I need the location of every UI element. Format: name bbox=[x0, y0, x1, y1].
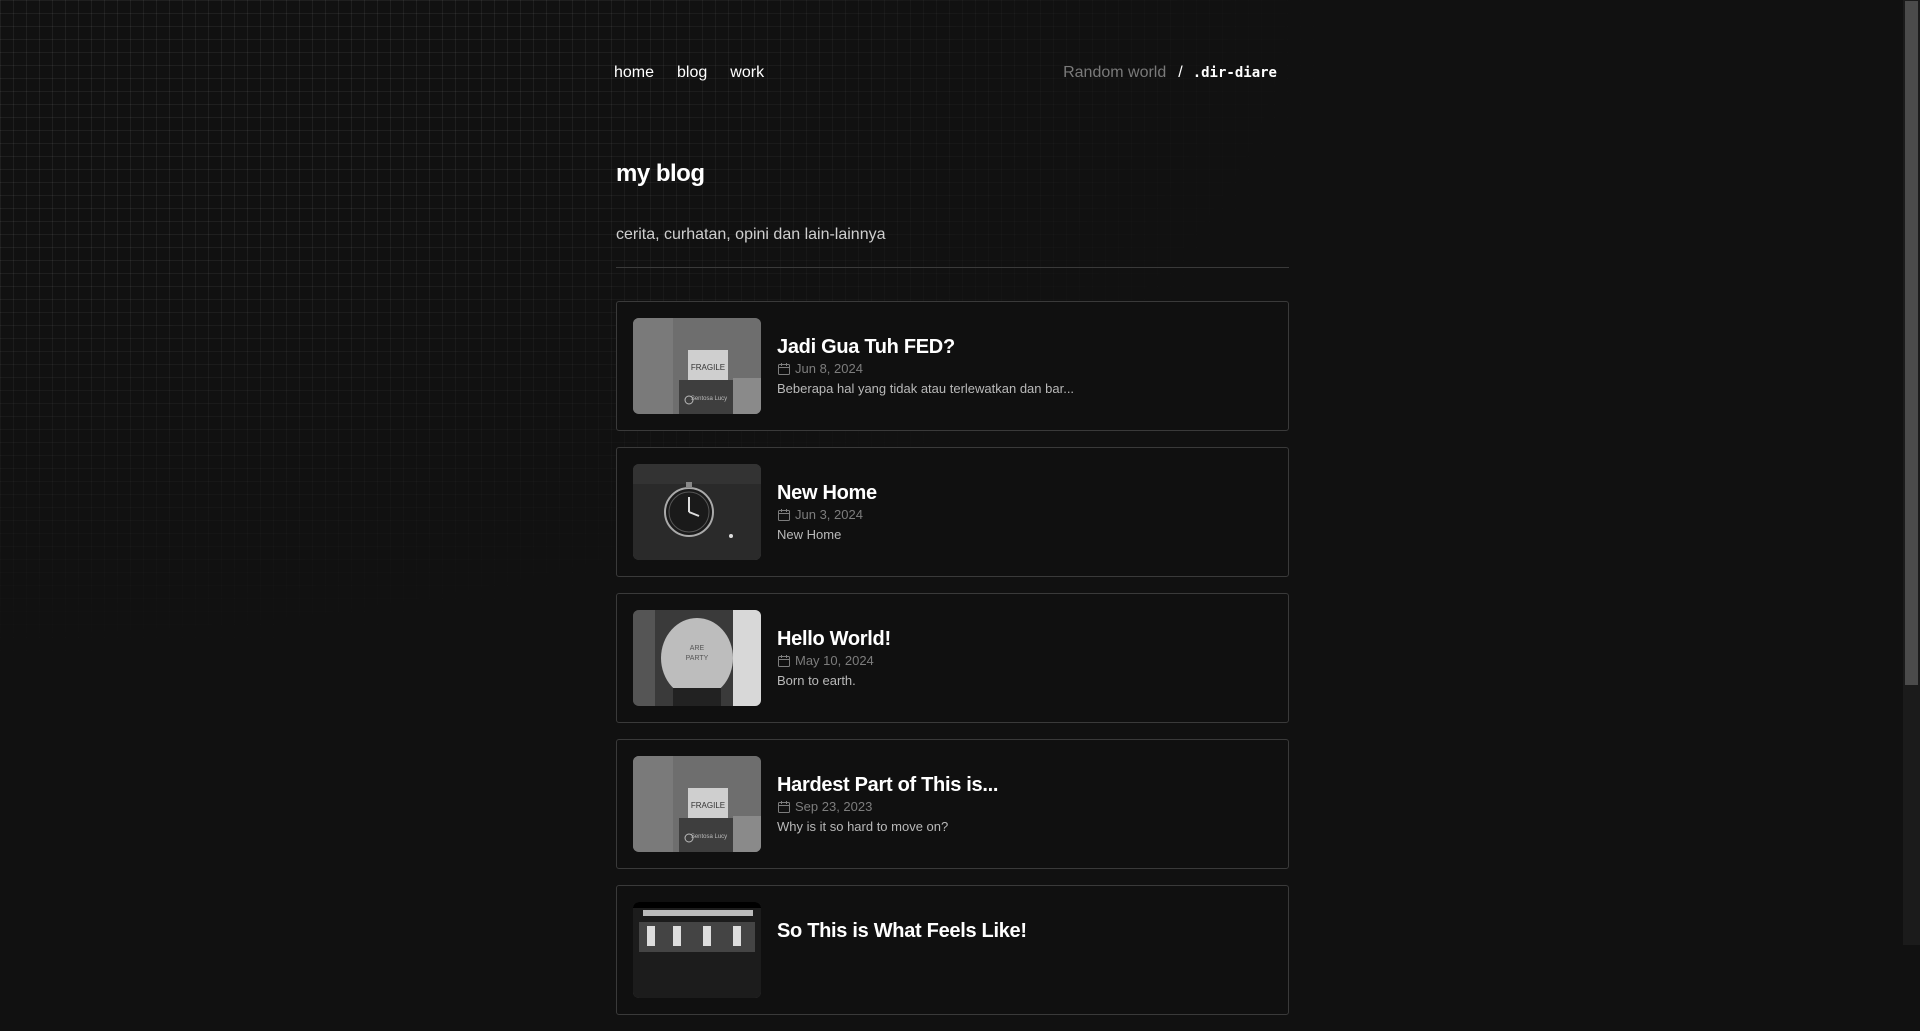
scrollbar[interactable] bbox=[1903, 0, 1920, 945]
svg-text:ARE: ARE bbox=[690, 645, 705, 652]
post-date: May 10, 2024 bbox=[777, 653, 1267, 669]
brand-random-text: Random world bbox=[1063, 64, 1167, 81]
scrollbar-thumb[interactable] bbox=[1905, 1, 1918, 685]
page-subtitle: cerita, curhatan, opini dan lain-lainnya bbox=[616, 226, 886, 243]
post-thumbnail bbox=[633, 464, 761, 560]
post-card[interactable]: FRAGILE Sentosa Lucy Hardest Part of Thi… bbox=[616, 739, 1289, 869]
post-list: FRAGILE Sentosa Lucy Jadi Gua Tuh FED? J… bbox=[616, 301, 1289, 1031]
calendar-icon bbox=[778, 363, 790, 375]
post-card[interactable]: FRAGILE Sentosa Lucy Jadi Gua Tuh FED? J… bbox=[616, 301, 1289, 431]
nav-links: home blog work bbox=[614, 64, 787, 82]
post-info: Hardest Part of This is... Sep 23, 2023 … bbox=[777, 773, 1267, 835]
calendar-icon bbox=[778, 655, 790, 667]
svg-text:FRAGILE: FRAGILE bbox=[691, 801, 725, 810]
svg-text:PARTY: PARTY bbox=[686, 655, 709, 662]
post-excerpt: Why is it so hard to move on? bbox=[777, 819, 949, 834]
post-excerpt: Beberapa hal yang tidak atau terlewatkan… bbox=[777, 381, 1075, 396]
post-info: New Home Jun 3, 2024 New Home bbox=[777, 481, 1267, 543]
page-title: my blog bbox=[616, 160, 705, 187]
post-excerpt: New Home bbox=[777, 527, 842, 542]
brand-separator: / bbox=[1178, 64, 1183, 81]
post-info: So This is What Feels Like! bbox=[777, 919, 1267, 943]
post-title[interactable]: Hello World! bbox=[777, 627, 1267, 651]
post-date: Jun 8, 2024 bbox=[777, 361, 1267, 377]
divider bbox=[616, 267, 1289, 268]
post-date-text: Jun 8, 2024 bbox=[795, 361, 863, 376]
post-date: Jun 3, 2024 bbox=[777, 507, 1267, 523]
top-nav: home blog work Random world / .dir-diare bbox=[614, 64, 1289, 88]
post-card[interactable]: New Home Jun 3, 2024 New Home bbox=[616, 447, 1289, 577]
calendar-icon bbox=[778, 801, 790, 813]
calendar-icon bbox=[778, 509, 790, 521]
svg-text:Sentosa Lucy: Sentosa Lucy bbox=[691, 834, 727, 840]
post-title[interactable]: Jadi Gua Tuh FED? bbox=[777, 335, 1267, 359]
svg-text:FRAGILE: FRAGILE bbox=[691, 363, 725, 372]
post-excerpt: Born to earth. bbox=[777, 673, 856, 688]
nav-link-work[interactable]: work bbox=[730, 64, 764, 82]
nav-link-home[interactable]: home bbox=[614, 64, 654, 82]
post-title[interactable]: New Home bbox=[777, 481, 1267, 505]
post-title[interactable]: Hardest Part of This is... bbox=[777, 773, 1267, 797]
post-thumbnail: ARE PARTY bbox=[633, 610, 761, 706]
post-card[interactable]: So This is What Feels Like! bbox=[616, 885, 1289, 1015]
post-info: Jadi Gua Tuh FED? Jun 8, 2024 Beberapa h… bbox=[777, 335, 1267, 397]
post-info: Hello World! May 10, 2024 Born to earth. bbox=[777, 627, 1267, 689]
post-title[interactable]: So This is What Feels Like! bbox=[777, 919, 1267, 943]
svg-text:Sentosa Lucy: Sentosa Lucy bbox=[691, 396, 727, 402]
post-date-text: Jun 3, 2024 bbox=[795, 507, 863, 522]
post-date-text: Sep 23, 2023 bbox=[795, 799, 873, 814]
post-date-text: May 10, 2024 bbox=[795, 653, 874, 668]
post-thumbnail: FRAGILE Sentosa Lucy bbox=[633, 756, 761, 852]
brand-name: .dir-diare bbox=[1192, 65, 1277, 81]
post-thumbnail: FRAGILE Sentosa Lucy bbox=[633, 318, 761, 414]
nav-link-blog[interactable]: blog bbox=[677, 64, 707, 82]
brand-breadcrumb[interactable]: Random world / .dir-diare bbox=[1063, 64, 1277, 82]
post-date: Sep 23, 2023 bbox=[777, 799, 1267, 815]
post-thumbnail bbox=[633, 902, 761, 998]
post-card[interactable]: ARE PARTY Hello World! May 10, 2024 Born… bbox=[616, 593, 1289, 723]
